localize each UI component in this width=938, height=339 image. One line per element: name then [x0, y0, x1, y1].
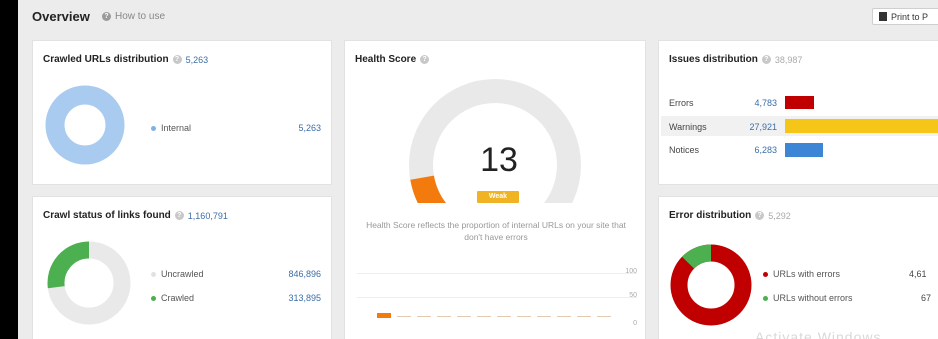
health-score-value: 13 [480, 141, 518, 179]
history-point [557, 316, 571, 317]
legend-internal-value[interactable]: 5,263 [273, 123, 321, 133]
warnings-label: Warnings [669, 122, 707, 132]
print-icon [879, 12, 887, 21]
legend-crawled-label: Crawled [161, 293, 195, 303]
crawled-urls-donut [45, 85, 125, 165]
issues-title-row: Issues distribution ? 38,987 [669, 54, 802, 65]
how-to-use-link[interactable]: ? How to use [102, 11, 165, 22]
legend-urls-without-errors-label: URLs without errors [773, 293, 853, 303]
notices-value[interactable]: 6,283 [737, 145, 777, 155]
legend-urls-with-errors: URLs with errors [763, 269, 840, 279]
history-point [497, 316, 511, 317]
history-point [397, 316, 411, 317]
help-icon[interactable]: ? [755, 211, 765, 220]
issues-card: Issues distribution ? 38,987 Errors 4,78… [658, 40, 938, 185]
help-icon[interactable]: ? [761, 55, 771, 64]
legend-urls-with-errors-value[interactable]: 4,61 [909, 269, 938, 279]
error-distribution-donut [670, 244, 752, 326]
legend-internal-label: Internal [161, 123, 192, 133]
activate-windows-watermark: Activate Windows [755, 329, 882, 339]
health-history-chart [377, 303, 617, 319]
crawled-urls-count[interactable]: 5,263 [186, 55, 209, 65]
history-gridline-top [357, 273, 637, 274]
history-point [457, 316, 471, 317]
history-point [417, 316, 431, 317]
page-title: Overview [32, 9, 90, 24]
health-score-description: Health Score reflects the proportion of … [366, 220, 626, 242]
health-score-title-row: Health Score ? [355, 54, 430, 65]
crawl-status-card: Crawl status of links found ? 1,160,791 … [32, 196, 332, 339]
history-point [437, 316, 451, 317]
donut-no-errors-segment [681, 244, 712, 269]
issues-count[interactable]: 38,987 [775, 55, 803, 65]
warnings-bar[interactable] [785, 119, 938, 133]
history-gridline-mid [357, 297, 637, 298]
screen: Overview ? How to use Print to P Crawled… [18, 0, 938, 339]
history-point [477, 316, 491, 317]
legend-urls-with-errors-label: URLs with errors [773, 269, 841, 279]
history-tick-50: 50 [629, 292, 637, 299]
health-score-card: Health Score ? 13 Weak Health Score refl… [344, 40, 646, 339]
help-icon[interactable]: ? [172, 55, 182, 64]
legend-urls-without-errors-value[interactable]: 67 [921, 293, 938, 303]
legend-crawled-dot [151, 295, 156, 301]
error-distribution-card: Error distribution ? 5,292 URLs with err… [658, 196, 938, 339]
legend-uncrawled-dot [151, 271, 156, 277]
donut-crawled-segment [47, 241, 90, 289]
health-score-title: Health Score [355, 54, 417, 65]
top-bar: Overview ? How to use Print to P [18, 0, 938, 34]
history-point [577, 316, 591, 317]
help-icon[interactable]: ? [420, 55, 430, 64]
health-score-gauge [409, 79, 581, 203]
help-icon[interactable]: ? [174, 211, 184, 220]
issues-title: Issues distribution [669, 54, 758, 65]
legend-urls-without-errors-dot [763, 295, 768, 301]
crawled-urls-title: Crawled URLs distribution [43, 54, 169, 65]
warnings-value[interactable]: 27,921 [737, 122, 777, 132]
legend-urls-without-errors: URLs without errors [763, 293, 853, 303]
crawled-urls-title-row: Crawled URLs distribution ? 5,263 [43, 54, 208, 65]
gauge-fill [410, 175, 447, 203]
legend-urls-with-errors-dot [763, 271, 768, 277]
history-point [517, 316, 531, 317]
history-point [597, 316, 611, 317]
how-to-use-label: How to use [115, 11, 166, 22]
errors-bar[interactable] [785, 96, 814, 109]
legend-crawled-value[interactable]: 313,895 [273, 293, 321, 303]
errors-label: Errors [669, 98, 694, 108]
crawl-status-donut [47, 241, 131, 325]
history-point [377, 313, 391, 318]
error-distribution-title: Error distribution [669, 210, 752, 221]
crawl-status-title-row: Crawl status of links found ? 1,160,791 [43, 210, 228, 221]
history-tick-0: 0 [633, 320, 637, 327]
crawl-status-title: Crawl status of links found [43, 210, 171, 221]
error-distribution-title-row: Error distribution ? 5,292 [669, 210, 791, 221]
history-tick-100: 100 [625, 268, 637, 275]
crawled-urls-card: Crawled URLs distribution ? 5,263 Intern… [32, 40, 332, 185]
health-score-badge: Weak [477, 191, 519, 203]
legend-internal-dot [151, 125, 156, 131]
legend-uncrawled-label: Uncrawled [161, 269, 204, 279]
legend-crawled: Crawled [151, 293, 194, 303]
print-button-label: Print to P [891, 11, 929, 22]
legend-internal: Internal [151, 123, 191, 133]
legend-uncrawled-value[interactable]: 846,896 [273, 269, 321, 279]
errors-value[interactable]: 4,783 [737, 98, 777, 108]
error-distribution-count[interactable]: 5,292 [768, 211, 791, 221]
history-point [537, 316, 551, 317]
donut-internal-ring [45, 85, 125, 165]
help-icon: ? [102, 12, 111, 21]
notices-bar[interactable] [785, 143, 823, 157]
notices-label: Notices [669, 145, 700, 155]
legend-uncrawled: Uncrawled [151, 269, 204, 279]
crawl-status-count[interactable]: 1,160,791 [188, 211, 228, 221]
print-button[interactable]: Print to P [872, 8, 938, 25]
